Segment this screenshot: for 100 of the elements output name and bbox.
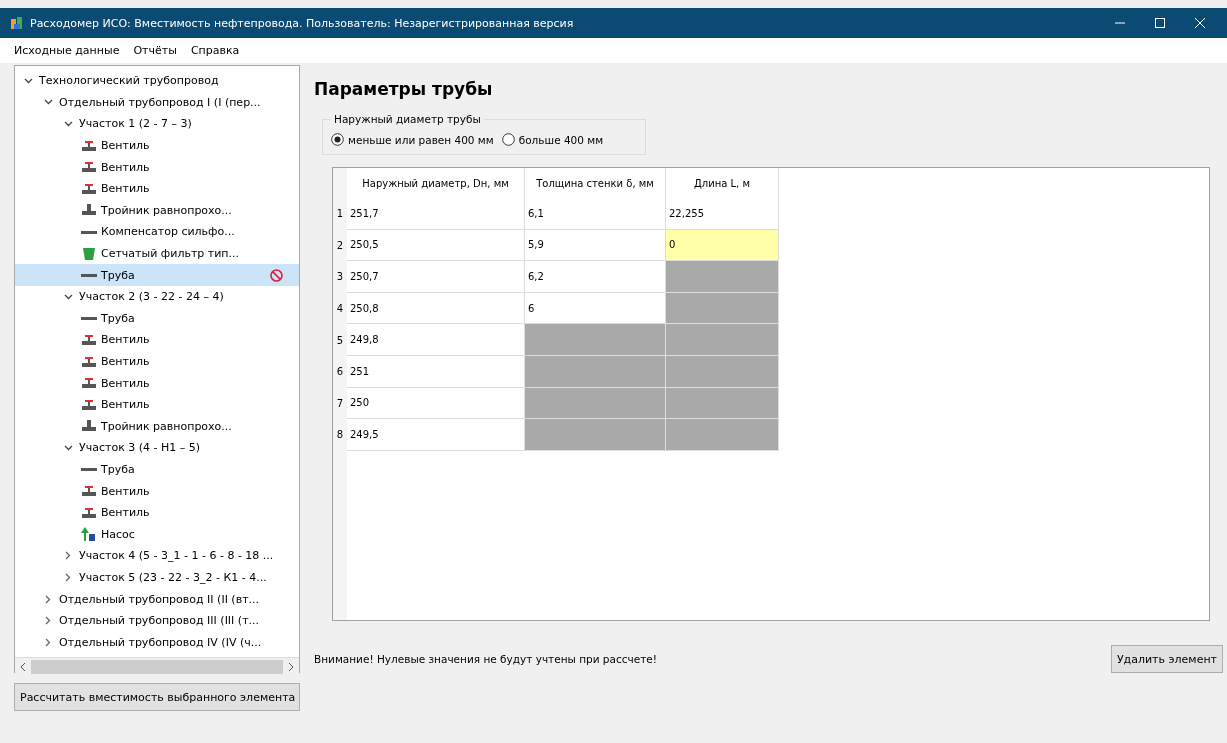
tree-item[interactable]: Сетчатый фильтр тип... bbox=[15, 242, 299, 265]
table-cell[interactable]: 22,255 bbox=[666, 198, 779, 230]
tree-item-label: Вентиль bbox=[101, 333, 150, 347]
tee-icon bbox=[81, 420, 97, 433]
tree-item[interactable]: Вентиль bbox=[15, 372, 299, 394]
tree-item[interactable]: Вентиль bbox=[15, 501, 299, 524]
row-number: 5 bbox=[333, 324, 347, 356]
scroll-thumb[interactable] bbox=[31, 660, 283, 675]
tree-item-label: Вентиль bbox=[101, 484, 150, 498]
tree-item[interactable]: Отдельный трубопровод IV (IV (ч... bbox=[15, 631, 299, 654]
tree-item[interactable]: Участок 3 (4 - Н1 – 5) bbox=[15, 437, 299, 459]
table-cell[interactable]: 250,7 bbox=[347, 261, 525, 293]
row-number: 7 bbox=[333, 387, 347, 420]
filter-icon bbox=[81, 247, 97, 260]
table-cell[interactable] bbox=[666, 355, 779, 388]
table-cell[interactable] bbox=[666, 292, 779, 325]
valve-icon bbox=[81, 139, 97, 152]
tree-item[interactable]: Вентиль bbox=[15, 393, 299, 416]
tree-item[interactable]: Участок 5 (23 - 22 - 3_2 - К1 - 4... bbox=[15, 566, 299, 589]
tree-item[interactable]: Тройник равнопрохо... bbox=[15, 199, 299, 222]
menu-item[interactable]: Справка bbox=[184, 42, 246, 59]
tree-item-label: Тройник равнопрохо... bbox=[101, 419, 232, 433]
close-icon[interactable] bbox=[1195, 18, 1205, 28]
tree-item-label: Вентиль bbox=[101, 160, 150, 174]
valve-icon bbox=[81, 161, 97, 174]
tree-item[interactable]: Вентиль bbox=[15, 329, 299, 351]
tree-item-label: Отдельный трубопровод IV (IV (ч... bbox=[59, 635, 262, 649]
tree-item[interactable]: Насос bbox=[15, 523, 299, 546]
row-number: 6 bbox=[333, 355, 347, 388]
maximize-icon[interactable] bbox=[1155, 18, 1165, 28]
table-cell[interactable]: 6 bbox=[525, 292, 666, 325]
tree-item[interactable]: Вентиль bbox=[15, 350, 299, 373]
table-cell[interactable] bbox=[666, 261, 779, 293]
tree-item-label: Участок 1 (2 - 7 – 3) bbox=[79, 117, 192, 131]
menu-item[interactable]: Отчёты bbox=[127, 42, 183, 59]
tree-item-label: Вентиль bbox=[101, 182, 150, 196]
chevron-right-icon[interactable] bbox=[45, 616, 51, 626]
tree-item-label: Вентиль bbox=[101, 139, 150, 153]
tree-item[interactable]: Участок 4 (5 - 3_1 - 1 - 6 - 8 - 18 ... bbox=[15, 545, 299, 567]
chevron-right-icon[interactable] bbox=[45, 594, 51, 604]
table-cell[interactable]: 250 bbox=[347, 387, 525, 420]
horizontal-scrollbar[interactable] bbox=[15, 657, 299, 677]
table-cell[interactable]: 250,8 bbox=[347, 292, 525, 325]
table-cell[interactable]: 5,9 bbox=[525, 229, 666, 262]
table-cell[interactable]: 250,5 bbox=[347, 229, 525, 262]
tree-item[interactable]: Отдельный трубопровод III (III (т... bbox=[15, 609, 299, 632]
tree-item[interactable]: Вентиль bbox=[15, 134, 299, 157]
tree-item[interactable]: Тройник равнопрохо... bbox=[15, 415, 299, 438]
table-cell[interactable] bbox=[525, 355, 666, 388]
tree-item[interactable]: Труба bbox=[15, 307, 299, 330]
chevron-down-icon[interactable] bbox=[63, 121, 73, 127]
calculate-button[interactable]: Рассчитать вместимость выбранного элемента bbox=[14, 683, 300, 711]
chevron-down-icon[interactable] bbox=[63, 444, 73, 451]
tree-item[interactable]: Участок 2 (3 - 22 - 24 – 4) bbox=[15, 285, 299, 308]
radio-option[interactable]: больше 400 мм bbox=[501, 133, 604, 146]
delete-button[interactable]: Удалить элемент bbox=[1110, 645, 1223, 673]
table-cell[interactable]: 6,1 bbox=[525, 198, 666, 230]
chevron-down-icon[interactable] bbox=[43, 99, 53, 106]
table-cell[interactable] bbox=[525, 324, 666, 356]
tree-item-label: Сетчатый фильтр тип... bbox=[101, 247, 240, 261]
table-cell[interactable]: 0 bbox=[666, 229, 779, 262]
chevron-right-icon[interactable] bbox=[65, 551, 71, 561]
chevron-down-icon[interactable] bbox=[63, 293, 73, 300]
tree-item[interactable]: Компенсатор сильфо... bbox=[15, 221, 299, 243]
tree-item[interactable]: Труба bbox=[15, 264, 299, 286]
tree-item[interactable]: Участок 1 (2 - 7 – 3) bbox=[15, 113, 299, 135]
tree-item-label: Участок 3 (4 - Н1 – 5) bbox=[79, 441, 201, 455]
chevron-right-icon[interactable] bbox=[45, 637, 51, 647]
chevron-right-icon[interactable] bbox=[65, 572, 71, 582]
table-cell[interactable]: 6,2 bbox=[525, 261, 666, 293]
radio-option[interactable]: меньше или равен 400 мм bbox=[331, 133, 494, 146]
radio-icon[interactable] bbox=[501, 133, 515, 146]
table-cell[interactable]: 249,8 bbox=[347, 324, 525, 356]
menu-item[interactable]: Исходные данные bbox=[8, 42, 126, 59]
table-cell[interactable] bbox=[525, 419, 666, 451]
row-number: 8 bbox=[333, 419, 347, 451]
valve-icon bbox=[81, 333, 97, 346]
tree-item[interactable]: Вентиль bbox=[15, 156, 299, 178]
tree-item[interactable]: Технологический трубопровод bbox=[15, 70, 299, 92]
table-cell[interactable]: 251 bbox=[347, 355, 525, 388]
tree-item-label: Отдельный трубопровод II (II (вт... bbox=[59, 592, 260, 606]
tree-item-label: Вентиль bbox=[101, 355, 150, 368]
table-cell[interactable] bbox=[666, 419, 779, 451]
table-cell[interactable] bbox=[666, 387, 779, 420]
tree-item[interactable]: Вентиль bbox=[15, 177, 299, 200]
table-cell[interactable]: 249,5 bbox=[347, 419, 525, 451]
tree-item[interactable]: Вентиль bbox=[15, 480, 299, 502]
table-cell[interactable] bbox=[525, 387, 666, 420]
tree-item[interactable]: Отдельный трубопровод II (II (вт... bbox=[15, 588, 299, 610]
tree-item-label: Отдельный трубопровод I (I (пер... bbox=[59, 95, 261, 109]
table-cell[interactable]: 251,7 bbox=[347, 198, 525, 230]
chevron-down-icon[interactable] bbox=[23, 77, 33, 84]
table-cell[interactable] bbox=[666, 324, 779, 356]
radio-icon[interactable] bbox=[331, 133, 344, 146]
valve-icon bbox=[81, 377, 97, 390]
tree-item[interactable]: Труба bbox=[15, 458, 299, 481]
tree-item-label: Труба bbox=[101, 463, 135, 476]
tree-item[interactable]: Отдельный трубопровод I (I (пер... bbox=[15, 91, 299, 114]
valve-icon bbox=[81, 506, 97, 519]
tree-item-label: Участок 4 (5 - 3_1 - 1 - 6 - 8 - 18 ... bbox=[79, 549, 274, 563]
